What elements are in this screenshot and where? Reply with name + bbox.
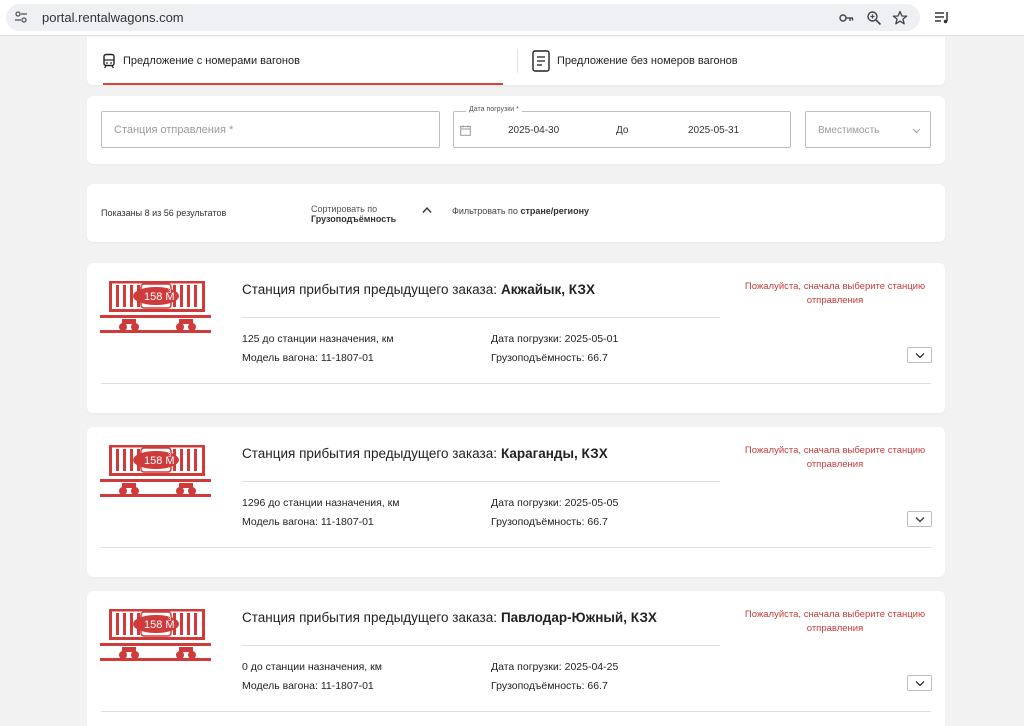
result-card: 158 М 3 Станция прибытия предыдущего зак… [87, 427, 945, 577]
departure-station-input[interactable]: Станция отправления * [101, 111, 440, 148]
train-icon [103, 53, 115, 69]
active-tab-indicator [103, 83, 503, 85]
distance-to-destination: 1296 до станции назначения, км [242, 497, 400, 509]
date-to-value[interactable]: 2025-05-31 [688, 125, 739, 136]
results-count: Показаны 8 из 56 результатов [101, 208, 227, 218]
divider [242, 645, 720, 646]
filter-value: стране/региону [520, 206, 590, 216]
wagon-model: Модель вагона: 11-1807-01 [242, 352, 374, 364]
distance-to-destination: 0 до станции назначения, км [242, 661, 382, 673]
previous-arrival-station: Станция прибытия предыдущего заказа: Кара… [242, 446, 608, 461]
arrival-station-city: Акжайык, КЗХ [500, 282, 595, 297]
sort-bar: Показаны 8 из 56 результатов Сортировать… [87, 184, 945, 242]
key-icon[interactable] [838, 10, 854, 26]
expand-button[interactable] [907, 347, 932, 363]
wagon-model: Модель вагона: 11-1807-01 [242, 516, 374, 528]
url-text[interactable]: portal.rentalwagons.com [42, 10, 184, 25]
sort-label: Сортировать по [311, 204, 378, 214]
tab-divider [517, 49, 518, 73]
filter-prefix: Фильтровать по [452, 206, 518, 216]
reading-list-icon[interactable] [933, 9, 951, 25]
capacity-select[interactable]: Вместимость [805, 111, 931, 148]
star-icon[interactable] [892, 10, 908, 26]
previous-arrival-station: Станция прибытия предыдущего заказа: Павл… [242, 610, 657, 625]
loading-date-range[interactable]: Дата погрузки * 2025-04-30 До 2025-05-31 [453, 106, 791, 148]
divider [101, 711, 931, 712]
chevron-down-icon [915, 681, 925, 687]
browser-toolbar: portal.rentalwagons.com [0, 0, 1024, 36]
date-from-value[interactable]: 2025-04-30 [508, 125, 559, 136]
wagon-icon: 158 М 3 [100, 609, 211, 661]
tab-label: Предложение без номеров вагонов [557, 55, 738, 67]
load-capacity: Грузоподъёмность: 66.7 [491, 516, 608, 528]
document-icon [532, 50, 550, 72]
arrival-station-label: Станция прибытия предыдущего заказа: [242, 282, 497, 297]
chevron-down-icon [915, 353, 925, 359]
expand-button[interactable] [907, 675, 932, 691]
load-capacity: Грузоподъёмность: 66.7 [491, 352, 608, 364]
loading-date: Дата погрузки: 2025-05-01 [491, 333, 619, 345]
arrival-station-label: Станция прибытия предыдущего заказа: [242, 446, 497, 461]
zoom-icon[interactable] [866, 10, 882, 26]
loading-date: Дата погрузки: 2025-04-25 [491, 661, 619, 673]
departure-station-placeholder: Станция отправления * [114, 124, 234, 136]
arrival-station-city: Караганды, КЗХ [500, 446, 608, 461]
divider [101, 547, 931, 548]
calendar-icon[interactable] [460, 125, 471, 136]
capacity-placeholder: Вместимость [818, 125, 880, 136]
arrival-station-city: Павлодар-Южный, КЗХ [500, 610, 657, 625]
site-settings-icon[interactable] [14, 10, 28, 24]
filters-panel: Станция отправления * Дата погрузки * 20… [87, 96, 945, 164]
load-capacity: Грузоподъёмность: 66.7 [491, 680, 608, 692]
sort-value: Грузоподъёмность [311, 214, 397, 224]
arrival-station-label: Станция прибытия предыдущего заказа: [242, 610, 497, 625]
wagon-icon: 158 М 3 [100, 445, 211, 497]
chevron-down-icon [915, 517, 925, 523]
chevron-up-icon[interactable] [422, 206, 432, 214]
expand-button[interactable] [907, 511, 932, 527]
select-station-warning: Пожалуйста, сначала выберите станцию отп… [744, 281, 926, 306]
loading-date-legend: Дата погрузки * [466, 106, 522, 113]
divider [101, 383, 931, 384]
sort-control[interactable]: Сортировать по Грузоподъёмность [311, 204, 396, 224]
result-card: 158 М 3 Станция прибытия предыдущего зак… [87, 263, 945, 413]
wagon-icon: 158 М 3 [100, 281, 211, 333]
select-station-warning: Пожалуйста, сначала выберите станцию отп… [744, 609, 926, 634]
chevron-down-icon [912, 128, 921, 134]
divider [242, 481, 720, 482]
wagon-model: Модель вагона: 11-1807-01 [242, 680, 374, 692]
address-bar[interactable]: portal.rentalwagons.com [6, 4, 920, 31]
offer-tabs: Предложение с номерами вагонов Предложен… [87, 37, 945, 85]
distance-to-destination: 125 до станции назначения, км [242, 333, 394, 345]
tab-without-wagon-numbers[interactable]: Предложение без номеров вагонов [531, 37, 931, 85]
divider [242, 317, 720, 318]
previous-arrival-station: Станция прибытия предыдущего заказа: Акжа… [242, 282, 595, 297]
select-station-warning: Пожалуйста, сначала выберите станцию отп… [744, 445, 926, 470]
country-filter[interactable]: Фильтровать по стране/региону [452, 206, 589, 216]
date-to-label: До [616, 125, 629, 136]
result-card: 158 М 3 Станция прибытия предыдущего зак… [87, 591, 945, 726]
loading-date: Дата погрузки: 2025-05-05 [491, 497, 619, 509]
tab-label: Предложение с номерами вагонов [123, 55, 300, 67]
tab-with-wagon-numbers[interactable]: Предложение с номерами вагонов [101, 37, 503, 85]
